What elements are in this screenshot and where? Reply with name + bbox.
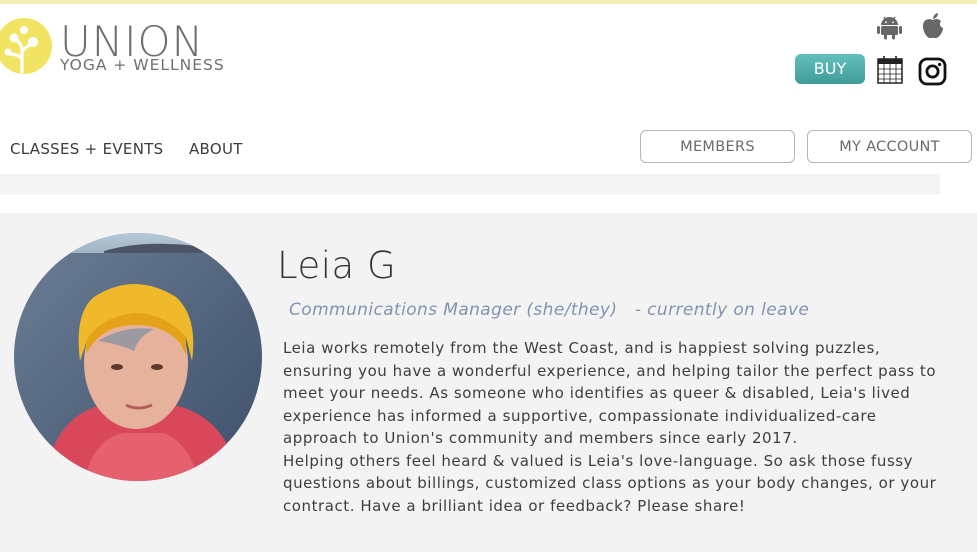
profile-photo-image bbox=[14, 233, 262, 481]
profile-role-line: Communications Manager (she/they) - curr… bbox=[289, 300, 809, 320]
android-icon[interactable] bbox=[876, 14, 903, 40]
profile-role: Communications Manager (she/they) bbox=[289, 300, 618, 320]
divider-band bbox=[0, 174, 977, 195]
profile-bio: Leia works remotely from the West Coast,… bbox=[283, 337, 951, 517]
bio-paragraph: Helping others feel heard & valued is Le… bbox=[283, 451, 937, 515]
apple-icon[interactable] bbox=[920, 12, 946, 40]
profile-photo bbox=[14, 233, 262, 481]
brand-logo[interactable]: UNION YOGA + WELLNESS bbox=[0, 12, 225, 78]
instagram-icon[interactable] bbox=[918, 57, 947, 86]
nav-about[interactable]: ABOUT bbox=[189, 140, 243, 158]
brand-tagline: YOGA + WELLNESS bbox=[60, 56, 225, 74]
top-accent-line bbox=[0, 0, 977, 4]
bio-paragraph: Leia works remotely from the West Coast,… bbox=[283, 339, 937, 447]
profile-name: Leia G bbox=[277, 244, 397, 287]
calendar-icon[interactable] bbox=[876, 55, 904, 85]
tree-icon bbox=[0, 18, 52, 74]
profile-status: - currently on leave bbox=[634, 300, 810, 320]
buy-button[interactable]: BUY bbox=[795, 54, 865, 84]
my-account-button[interactable]: MY ACCOUNT bbox=[807, 130, 972, 163]
divider-band-end bbox=[940, 174, 977, 195]
members-button[interactable]: MEMBERS bbox=[640, 130, 795, 163]
nav-classes-events[interactable]: CLASSES + EVENTS bbox=[10, 140, 164, 158]
